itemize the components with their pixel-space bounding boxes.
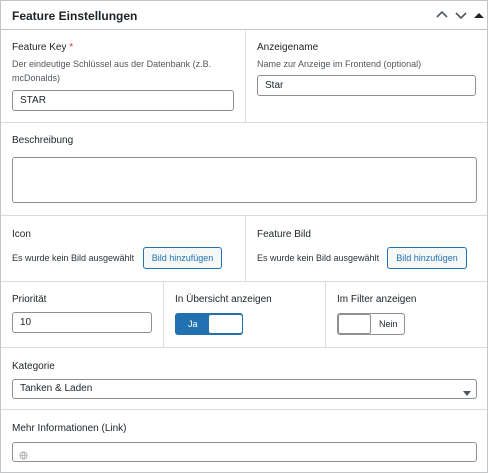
uebersicht-toggle[interactable]: Ja [175,313,243,335]
beschreibung-textarea[interactable] [12,157,477,203]
row-mehr-info: Mehr Informationen (Link) [1,410,487,472]
globe-icon [19,448,28,467]
filter-toggle-state: Nein [379,319,398,329]
feature-key-input[interactable]: STAR [12,90,234,111]
feature-key-description: Der eindeutige Schlüssel aus der Datenba… [12,59,212,83]
icon-add-image-button[interactable]: Bild hinzufügen [143,247,222,269]
icon-label: Icon [12,229,31,240]
required-mark: * [69,42,74,53]
chevron-down-icon[interactable] [453,7,469,23]
prioritaet-input[interactable]: 10 [12,312,152,333]
uebersicht-label: In Übersicht anzeigen [175,294,272,305]
anzeigename-label: Anzeigename [257,42,319,53]
filter-label: Im Filter anzeigen [337,294,417,305]
collapse-icon[interactable] [471,7,487,23]
feature-bild-status: Es wurde kein Bild ausgewählt [257,253,380,263]
prioritaet-label: Priorität [12,294,47,305]
anzeigename-description: Name zur Anzeige im Frontend (optional) [257,59,422,69]
feature-settings-metabox: Feature Einstellungen Feature Key * Der … [0,0,488,473]
feature-key-label: Feature Key [12,42,67,53]
filter-toggle[interactable]: Nein [337,313,405,335]
mehr-info-input[interactable] [12,442,477,462]
row-beschreibung: Beschreibung [1,123,487,216]
icon-cell: Icon Es wurde kein Bild ausgewählt Bild … [1,216,246,281]
chevron-up-icon[interactable] [434,7,450,23]
feature-bild-add-image-button[interactable]: Bild hinzufügen [387,247,467,269]
mehr-info-label: Mehr Informationen (Link) [12,423,127,434]
kategorie-selected-value: Tanken & Laden [20,383,93,394]
uebersicht-cell: In Übersicht anzeigen Ja [164,282,326,347]
uebersicht-toggle-state: Ja [188,319,198,329]
toggle-knob [209,315,242,333]
metabox-title: Feature Einstellungen [12,9,138,23]
row-key-name: Feature Key * Der eindeutige Schlüssel a… [1,31,487,123]
anzeigename-cell: Anzeigename Name zur Anzeige im Frontend… [246,31,487,122]
kategorie-label: Kategorie [12,361,55,372]
metabox-header: Feature Einstellungen [1,1,487,30]
chevron-down-icon [463,386,471,404]
filter-cell: Im Filter anzeigen Nein [326,282,487,347]
prioritaet-cell: Priorität 10 [1,282,164,347]
feature-key-cell: Feature Key * Der eindeutige Schlüssel a… [1,31,246,122]
anzeigename-input[interactable]: Star [257,75,476,96]
kategorie-select[interactable]: Tanken & Laden [12,379,477,399]
row-images: Icon Es wurde kein Bild ausgewählt Bild … [1,216,487,282]
feature-bild-cell: Feature Bild Es wurde kein Bild ausgewäh… [246,216,487,281]
beschreibung-label: Beschreibung [12,135,74,146]
row-options: Priorität 10 In Übersicht anzeigen Ja Im… [1,282,487,348]
toggle-knob [338,314,371,334]
icon-status: Es wurde kein Bild ausgewählt [12,253,135,263]
feature-bild-label: Feature Bild [257,229,311,240]
row-kategorie: Kategorie Tanken & Laden [1,348,487,410]
